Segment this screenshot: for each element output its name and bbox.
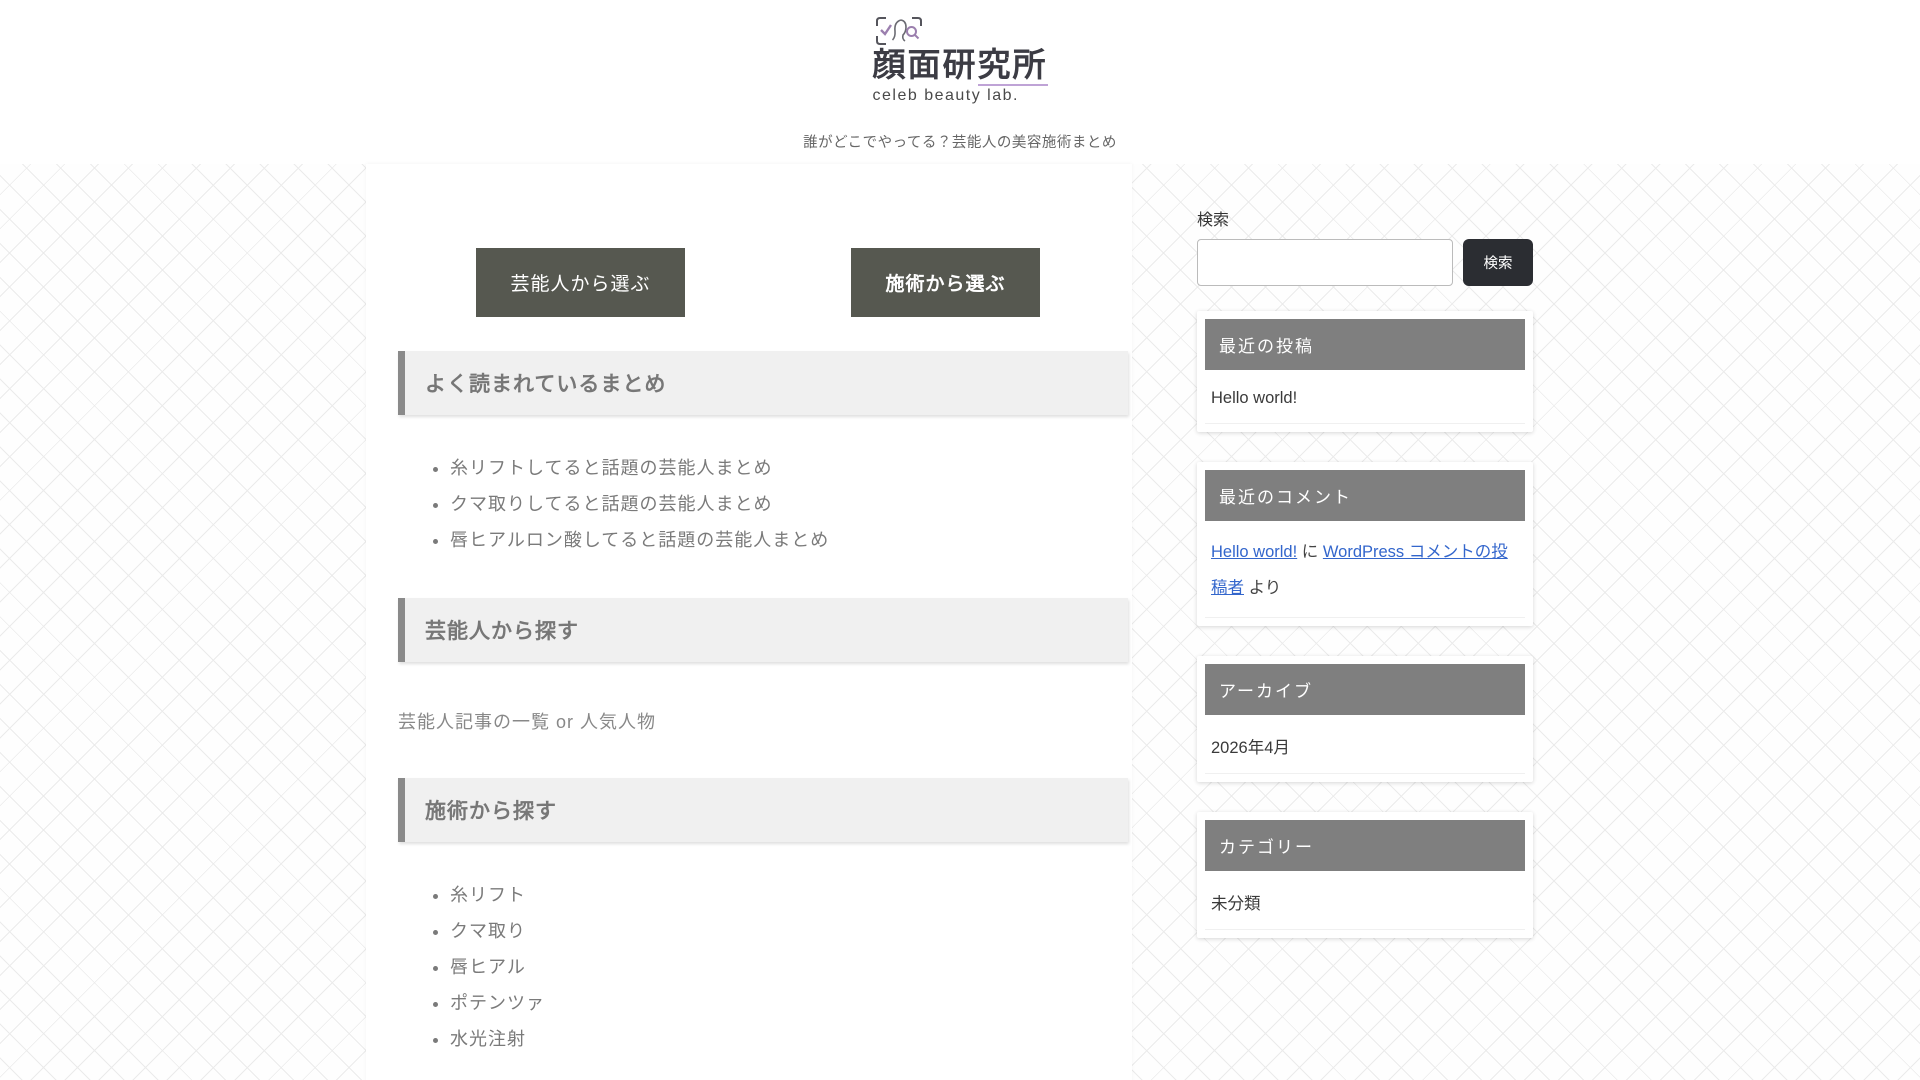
list-item[interactable]: クマ取り (450, 913, 1128, 949)
list-item[interactable]: 唇ヒアル (450, 949, 1128, 985)
list-item[interactable]: 唇ヒアルロン酸してると話題の芸能人まとめ (450, 522, 1128, 558)
recent-posts-title: 最近の投稿 (1205, 319, 1525, 370)
categories-widget: カテゴリー 未分類 (1197, 812, 1533, 938)
choose-by-procedure-button[interactable]: 施術から選ぶ (851, 248, 1040, 317)
comment-particle: に (1297, 543, 1323, 561)
popular-summaries-heading: よく読まれているまとめ (398, 351, 1128, 415)
search-button[interactable]: 検索 (1463, 239, 1533, 286)
main-column: 芸能人から選ぶ 施術から選ぶ よく読まれているまとめ 糸リフトしてると話題の芸能… (366, 164, 1132, 1080)
category-link[interactable]: 未分類 (1205, 871, 1525, 930)
list-item[interactable]: ポテンツァ (450, 985, 1128, 1021)
categories-title: カテゴリー (1205, 820, 1525, 871)
site-title-underlined: 究所 (977, 46, 1048, 86)
list-item[interactable]: 水光注射 (450, 1021, 1128, 1057)
comment-post-link[interactable]: Hello world! (1211, 543, 1297, 561)
search-form: 検索 (1197, 239, 1533, 286)
site-logo[interactable]: 顔面研究所 celeb beauty lab. (873, 16, 1048, 105)
archives-widget: アーカイブ 2026年4月 (1197, 656, 1533, 782)
site-tagline: 誰がどこでやってる？芸能人の美容施術まとめ (803, 134, 1117, 151)
recent-post-link[interactable]: Hello world! (1205, 370, 1525, 424)
recent-comments-title: 最近のコメント (1205, 470, 1525, 521)
site-title: 顔面研究所 (873, 46, 1048, 86)
face-scan-icon (875, 17, 922, 45)
comment-suffix: より (1244, 579, 1282, 597)
celebrity-articles-link[interactable]: 芸能人記事の一覧 (398, 712, 550, 732)
search-label: 検索 (1197, 212, 1230, 229)
nav-buttons-row: 芸能人から選ぶ 施術から選ぶ (398, 248, 1128, 317)
recent-comment-entry: Hello world! に WordPress コメントの投稿者 より (1205, 521, 1525, 618)
recent-posts-widget: 最近の投稿 Hello world! (1197, 311, 1533, 432)
procedure-list: 糸リフト クマ取り 唇ヒアル ポテンツァ 水光注射 (398, 842, 1128, 1063)
search-by-celebrity-heading: 芸能人から探す (398, 598, 1128, 662)
list-item[interactable]: クマ取りしてると話題の芸能人まとめ (450, 486, 1128, 522)
list-item[interactable]: 糸リフト (450, 877, 1128, 913)
archive-link[interactable]: 2026年4月 (1205, 715, 1525, 774)
search-input[interactable] (1197, 239, 1453, 286)
recent-comments-widget: 最近のコメント Hello world! に WordPress コメントの投稿… (1197, 462, 1533, 626)
sidebar: 検索 検索 最近の投稿 Hello world! 最近のコメント Hello w… (1197, 164, 1533, 968)
or-separator: or (550, 712, 581, 732)
list-item[interactable]: 糸リフトしてると話題の芸能人まとめ (450, 450, 1128, 486)
search-by-procedure-heading: 施術から探す (398, 778, 1128, 842)
choose-by-celebrity-button[interactable]: 芸能人から選ぶ (476, 248, 685, 317)
content-area: 芸能人から選ぶ 施術から選ぶ よく読まれているまとめ 糸リフトしてると話題の芸能… (0, 164, 1920, 1080)
popular-summaries-list: 糸リフトしてると話題の芸能人まとめ クマ取りしてると話題の芸能人まとめ 唇ヒアル… (398, 415, 1128, 564)
site-header: 顔面研究所 celeb beauty lab. 誰がどこでやってる？芸能人の美容… (0, 0, 1920, 164)
popular-people-link[interactable]: 人気人物 (580, 712, 656, 732)
site-subtitle: celeb beauty lab. (872, 86, 1019, 104)
archives-title: アーカイブ (1205, 664, 1525, 715)
celebrity-links-line: 芸能人記事の一覧 or 人気人物 (398, 662, 1128, 744)
